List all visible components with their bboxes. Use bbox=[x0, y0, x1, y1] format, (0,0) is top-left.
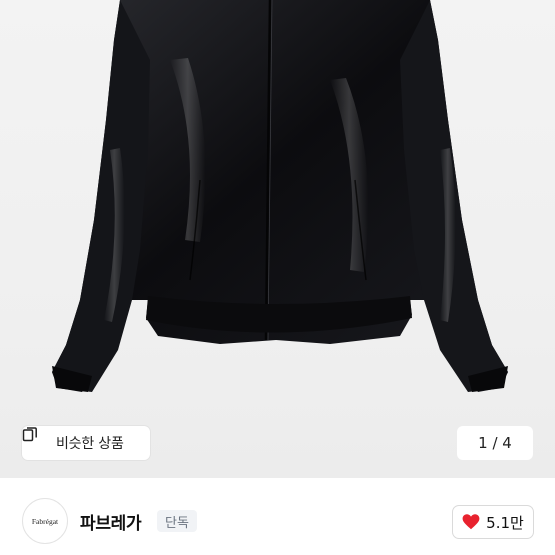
product-image[interactable]: 비슷한 상품 1 / 4 bbox=[0, 0, 555, 478]
shop-logo-text: Fabrégat bbox=[32, 517, 59, 526]
exclusive-badge: 단독 bbox=[157, 510, 197, 532]
similar-products-button[interactable]: 비슷한 상품 bbox=[22, 426, 150, 460]
jacket-illustration bbox=[52, 0, 508, 392]
shop-name[interactable]: 파브레가 bbox=[80, 509, 142, 534]
like-count: 5.1만 bbox=[486, 513, 524, 532]
shop-logo[interactable]: Fabrégat bbox=[22, 498, 68, 544]
similar-products-label: 비슷한 상품 bbox=[56, 436, 124, 452]
like-button[interactable]: 5.1만 bbox=[452, 505, 534, 539]
image-counter: 1 / 4 bbox=[457, 426, 533, 460]
shop-logo-mark: Fabrégat bbox=[32, 517, 59, 526]
heart-icon bbox=[462, 514, 480, 530]
similar-products-icon bbox=[22, 427, 50, 451]
